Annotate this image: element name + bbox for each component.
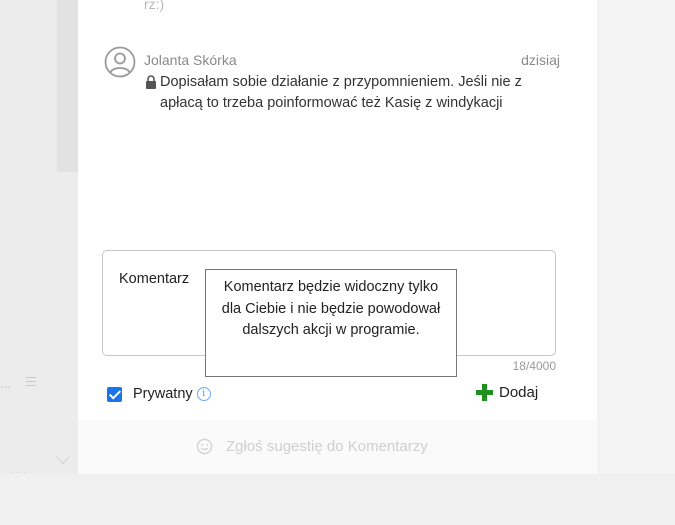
- comment-author: Jolanta Skórka: [144, 52, 237, 68]
- private-info-tooltip: Komentarz będzie widoczny tylko dla Cieb…: [205, 269, 457, 377]
- comment-input-placeholder: Komentarz: [119, 271, 190, 287]
- suggest-button[interactable]: Zgłoś sugestię do Komentarzy: [196, 438, 428, 455]
- add-comment-button[interactable]: Dodaj: [476, 384, 538, 401]
- character-counter: 18/4000: [512, 359, 556, 373]
- faded-ellipsis: ...: [0, 376, 11, 391]
- private-toggle[interactable]: Prywatny i: [107, 386, 211, 402]
- private-label: Prywatny: [133, 386, 193, 402]
- background-bottom-area: [0, 474, 675, 525]
- add-comment-label: Dodaj: [499, 384, 539, 401]
- hamburger-icon: [26, 374, 36, 389]
- comments-panel: rz:) Jolanta Skórka dzisiaj Dopisałam so…: [78, 0, 597, 474]
- info-icon[interactable]: i: [196, 387, 211, 401]
- suggest-bar[interactable]: Zgłoś sugestię do Komentarzy: [78, 420, 597, 474]
- smile-icon: [196, 438, 213, 455]
- comment-body: Dopisałam sobie działanie z przypomnieni…: [145, 72, 525, 114]
- comment-date: dzisiaj: [521, 52, 560, 68]
- plus-icon: [476, 384, 493, 401]
- faded-dots: ...: [10, 465, 31, 476]
- comment-text: Dopisałam sobie działanie z przypomnieni…: [160, 74, 522, 111]
- lock-icon: [146, 75, 156, 89]
- background-scroll-strip: [57, 0, 78, 172]
- private-checkbox[interactable]: [107, 386, 122, 402]
- user-circle-icon: [104, 46, 136, 78]
- suggest-label: Zgłoś sugestię do Komentarzy: [226, 438, 428, 455]
- background-right-area: [597, 0, 675, 474]
- previous-comment-text: rz:): [144, 0, 165, 12]
